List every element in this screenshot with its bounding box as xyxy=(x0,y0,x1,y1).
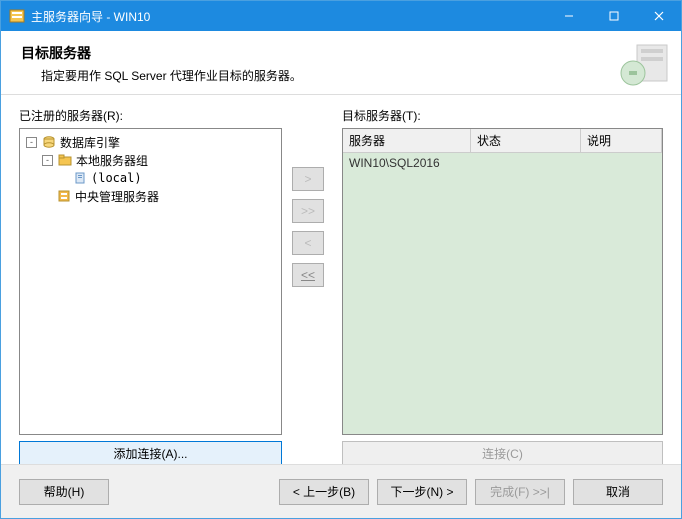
wizard-header: 目标服务器 指定要用作 SQL Server 代理作业目标的服务器。 xyxy=(1,31,681,95)
col-desc[interactable]: 说明 xyxy=(581,129,662,152)
tree-node-local[interactable]: (local) xyxy=(22,169,279,187)
titlebar: 主服务器向导 - WIN10 xyxy=(1,1,681,31)
app-icon xyxy=(9,8,25,24)
help-button[interactable]: 帮助(H) xyxy=(19,479,109,505)
header-graphic xyxy=(615,39,671,87)
tree-node-local-group[interactable]: - 本地服务器组 xyxy=(22,151,279,169)
expand-toggle-icon[interactable]: - xyxy=(26,137,37,148)
page-subtitle: 指定要用作 SQL Server 代理作业目标的服务器。 xyxy=(21,67,661,84)
move-left-button[interactable]: < xyxy=(292,231,324,255)
cell-server: WIN10\SQL2016 xyxy=(343,153,471,173)
maximize-button[interactable] xyxy=(591,1,636,31)
move-all-left-button[interactable]: << xyxy=(292,263,324,287)
col-server[interactable]: 服务器 xyxy=(343,129,471,152)
db-engine-icon xyxy=(41,134,57,150)
back-button[interactable]: < 上一步(B) xyxy=(279,479,369,505)
target-servers-table[interactable]: 服务器 状态 说明 WIN10\SQL2016 xyxy=(342,128,663,435)
wizard-footer: 帮助(H) < 上一步(B) 下一步(N) > 完成(F) >>| 取消 xyxy=(1,464,681,518)
move-all-right-button[interactable]: >> xyxy=(292,199,324,223)
server-icon xyxy=(72,170,88,186)
cancel-button[interactable]: 取消 xyxy=(573,479,663,505)
page-title: 目标服务器 xyxy=(21,43,661,63)
cms-icon xyxy=(56,188,72,204)
window-title: 主服务器向导 - WIN10 xyxy=(31,8,546,25)
cell-status xyxy=(471,153,581,173)
minimize-button[interactable] xyxy=(546,1,591,31)
connect-button[interactable]: 连接(C) xyxy=(342,441,663,465)
cell-desc xyxy=(581,153,662,173)
next-button[interactable]: 下一步(N) > xyxy=(377,479,467,505)
expand-toggle-icon[interactable]: - xyxy=(42,155,53,166)
table-header: 服务器 状态 说明 xyxy=(343,129,662,153)
registered-servers-label: 已注册的服务器(R): xyxy=(19,107,282,124)
close-button[interactable] xyxy=(636,1,681,31)
table-row[interactable]: WIN10\SQL2016 xyxy=(343,153,662,173)
tree-node-cms[interactable]: 中央管理服务器 xyxy=(22,187,279,205)
move-right-button[interactable]: > xyxy=(292,167,324,191)
content-area: 已注册的服务器(R): - 数据库引擎 - 本地服务器组 xyxy=(1,95,681,465)
tree-node-db-engine[interactable]: - 数据库引擎 xyxy=(22,133,279,151)
add-connection-button[interactable]: 添加连接(A)... xyxy=(19,441,282,465)
finish-button: 完成(F) >>| xyxy=(475,479,565,505)
folder-icon xyxy=(57,152,73,168)
col-status[interactable]: 状态 xyxy=(471,129,581,152)
registered-servers-tree[interactable]: - 数据库引擎 - 本地服务器组 (local) xyxy=(19,128,282,435)
target-servers-label: 目标服务器(T): xyxy=(342,107,663,124)
